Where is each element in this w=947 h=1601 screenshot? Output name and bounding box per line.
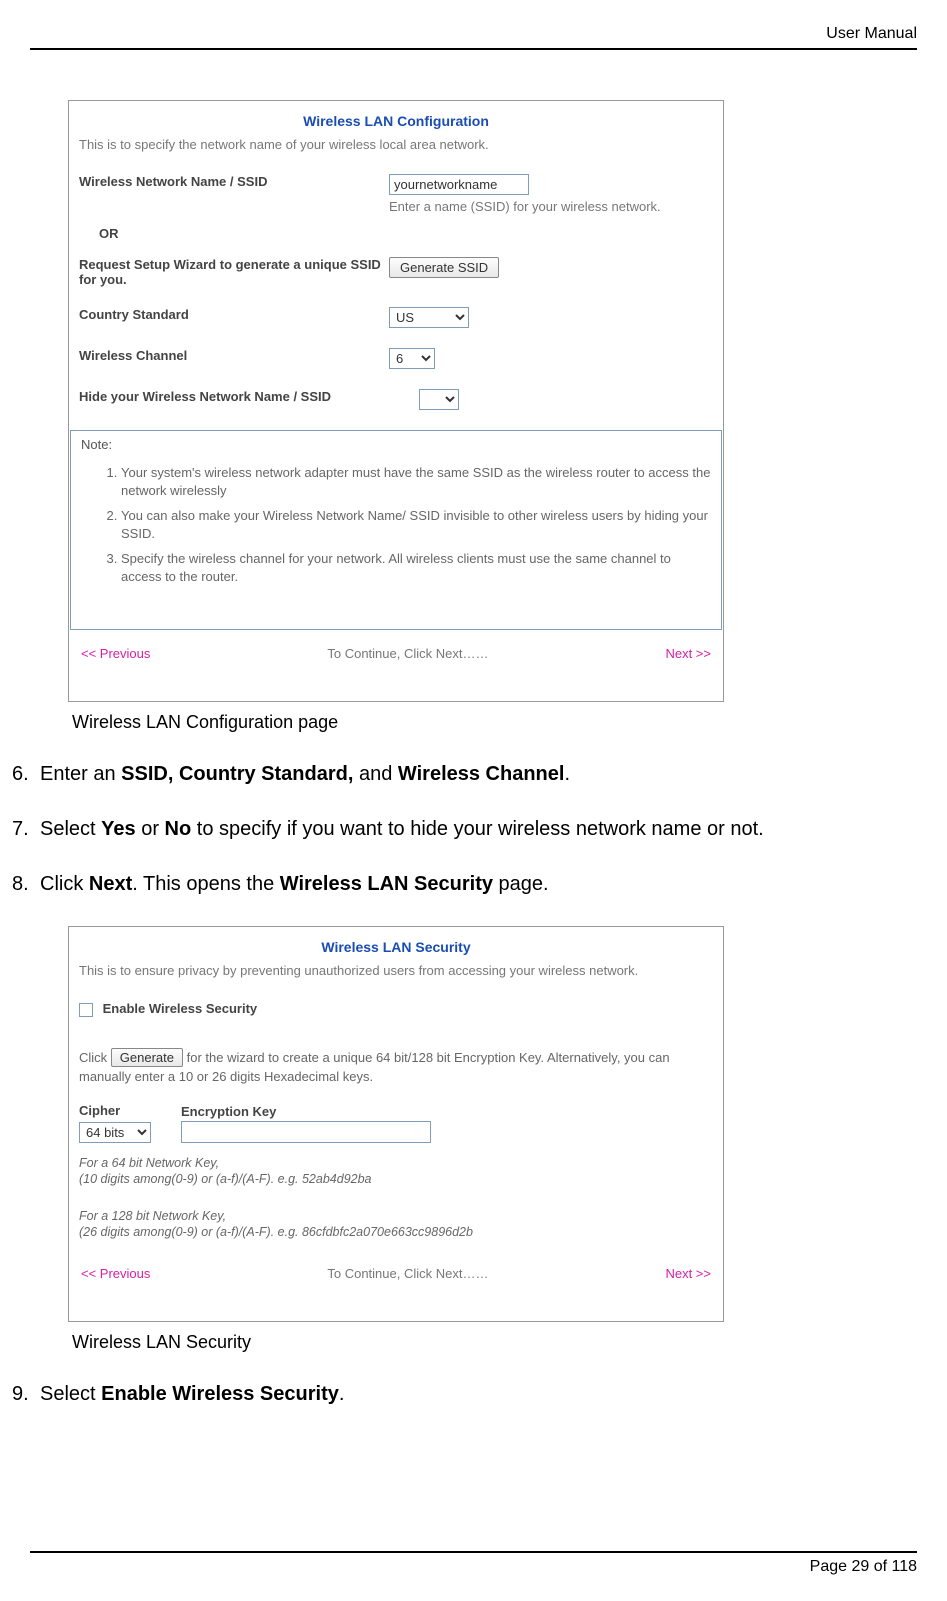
step-9: Select Enable Wireless Security. <box>40 1381 917 1408</box>
continue-text: To Continue, Click Next…… <box>327 1266 488 1281</box>
or-label: OR <box>69 220 723 251</box>
prev-link[interactable]: << Previous <box>81 1266 150 1281</box>
country-select[interactable]: US <box>389 307 469 328</box>
note-box: Note: Your system's wireless network ada… <box>70 430 722 630</box>
hint-128bit: For a 128 bit Network Key, (26 digits am… <box>69 1202 723 1247</box>
channel-select[interactable]: 6 <box>389 348 435 369</box>
country-label: Country Standard <box>79 307 389 322</box>
ssid-help-text: Enter a name (SSID) for your wireless ne… <box>389 199 713 214</box>
next-link[interactable]: Next >> <box>665 1266 711 1281</box>
hide-ssid-row: Hide your Wireless Network Name / SSID <box>69 383 723 416</box>
encryption-key-input[interactable] <box>181 1121 431 1143</box>
continue-text: To Continue, Click Next…… <box>327 646 488 661</box>
steps-list-1: Enter an SSID, Country Standard, and Wir… <box>40 761 917 898</box>
panel1-title: Wireless LAN Configuration <box>69 101 723 137</box>
hint-64bit: For a 64 bit Network Key, (10 digits amo… <box>69 1149 723 1194</box>
panel2-caption: Wireless LAN Security <box>72 1332 917 1353</box>
note-item: You can also make your Wireless Network … <box>121 503 711 546</box>
page-footer-label: Page 29 of 118 <box>810 1558 917 1576</box>
cipher-label: Cipher <box>79 1102 120 1120</box>
panel1-intro: This is to specify the network name of y… <box>69 137 723 168</box>
generate-key-row: Click Generate for the wizard to create … <box>69 1042 723 1091</box>
ssid-row: Wireless Network Name / SSID Enter a nam… <box>69 168 723 220</box>
steps-list-2: Select Enable Wireless Security. <box>40 1381 917 1408</box>
note-list: Your system's wireless network adapter m… <box>121 460 711 589</box>
step-7: Select Yes or No to specify if you want … <box>40 816 917 843</box>
country-row: Country Standard US <box>69 301 723 334</box>
panel2-title: Wireless LAN Security <box>69 927 723 963</box>
generate-key-button[interactable]: Generate <box>111 1048 183 1067</box>
channel-label: Wireless Channel <box>79 348 389 363</box>
page-content: Wireless LAN Configuration This is to sp… <box>68 100 917 1436</box>
panel2-intro: This is to ensure privacy by preventing … <box>69 963 723 994</box>
wlan-security-panel: Wireless LAN Security This is to ensure … <box>68 926 724 1322</box>
panel1-caption: Wireless LAN Configuration page <box>72 712 917 733</box>
generate-ssid-row: Request Setup Wizard to generate a uniqu… <box>69 251 723 293</box>
enable-security-label: Enable Wireless Security <box>103 1001 258 1016</box>
generate-pre-text: Click <box>79 1050 111 1065</box>
channel-row: Wireless Channel 6 <box>69 342 723 375</box>
step-6: Enter an SSID, Country Standard, and Wir… <box>40 761 917 788</box>
enable-security-checkbox[interactable] <box>79 1003 93 1017</box>
cipher-row: Cipher 64 bits Encryption Key <box>69 1096 723 1149</box>
hide-ssid-label: Hide your Wireless Network Name / SSID <box>79 389 419 404</box>
panel2-nav: << Previous To Continue, Click Next…… Ne… <box>69 1264 723 1281</box>
next-link[interactable]: Next >> <box>665 646 711 661</box>
generate-ssid-label: Request Setup Wizard to generate a uniqu… <box>79 257 389 287</box>
cipher-select[interactable]: 64 bits <box>79 1122 151 1143</box>
note-item: Your system's wireless network adapter m… <box>121 460 711 503</box>
note-heading: Note: <box>81 437 711 452</box>
enable-security-row: Enable Wireless Security <box>69 994 723 1024</box>
wlan-config-panel: Wireless LAN Configuration This is to sp… <box>68 100 724 702</box>
prev-link[interactable]: << Previous <box>81 646 150 661</box>
ssid-input[interactable] <box>389 174 529 195</box>
note-item: Specify the wireless channel for your ne… <box>121 546 711 589</box>
hide-ssid-select[interactable] <box>419 389 459 410</box>
panel1-nav: << Previous To Continue, Click Next…… Ne… <box>69 644 723 661</box>
step-8: Click Next. This opens the Wireless LAN … <box>40 871 917 898</box>
ssid-label: Wireless Network Name / SSID <box>79 174 389 189</box>
generate-ssid-button[interactable]: Generate SSID <box>389 257 499 278</box>
encryption-key-label: Encryption Key <box>181 1103 276 1121</box>
page-header-label: User Manual <box>826 25 917 43</box>
